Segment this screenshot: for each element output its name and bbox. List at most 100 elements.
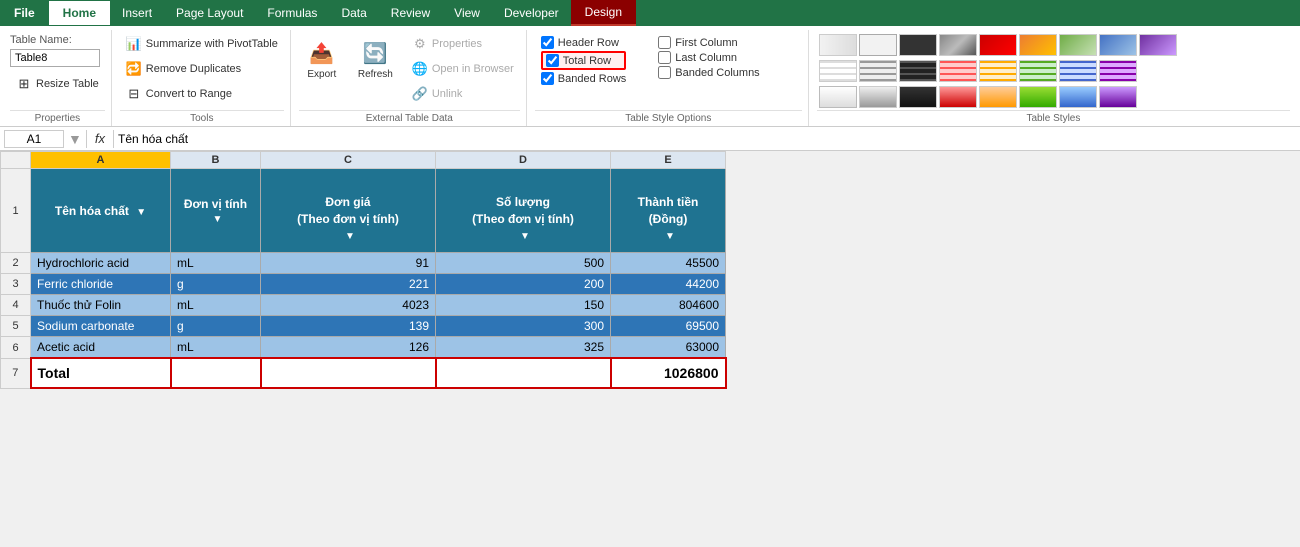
banded-rows-checkbox[interactable] xyxy=(541,72,554,85)
spreadsheet-container[interactable]: A B C D E 1 Tên hóa chất ▼ Đơn vị tính ▼ xyxy=(0,151,1300,533)
header-cell-a[interactable]: Tên hóa chất ▼ xyxy=(31,169,171,253)
formula-input[interactable] xyxy=(118,132,1296,146)
style-swatch-23[interactable] xyxy=(1019,86,1057,108)
cell-reference-input[interactable] xyxy=(4,130,64,148)
style-swatch-20[interactable] xyxy=(899,86,937,108)
style-swatch-13[interactable] xyxy=(939,60,977,82)
header-cell-d[interactable]: Số lượng (Theo đơn vị tính) ▼ xyxy=(436,169,611,253)
style-swatch-14[interactable] xyxy=(979,60,1017,82)
data-cell-5-b[interactable]: g xyxy=(171,316,261,337)
style-swatch-7[interactable] xyxy=(1059,34,1097,56)
style-swatch-2[interactable] xyxy=(859,34,897,56)
data-cell-4-a[interactable]: Thuốc thử Folin xyxy=(31,295,171,316)
style-swatch-4[interactable] xyxy=(939,34,977,56)
last-column-option[interactable]: Last Column xyxy=(658,51,759,64)
total-cell-d[interactable] xyxy=(436,358,611,388)
tab-data[interactable]: Data xyxy=(329,1,378,25)
header-row-option[interactable]: Header Row xyxy=(541,36,627,49)
style-swatch-5[interactable] xyxy=(979,34,1017,56)
style-swatch-17[interactable] xyxy=(1099,60,1137,82)
dropdown-arrow-icon[interactable]: ▼ xyxy=(68,131,82,147)
convert-to-range-button[interactable]: ⊟ Convert to Range xyxy=(120,82,284,106)
total-value-cell[interactable]: 1026800 xyxy=(611,358,726,388)
refresh-button[interactable]: 🔄 Refresh xyxy=(351,32,400,85)
export-button[interactable]: 📤 Export xyxy=(299,32,345,85)
summarize-pivottable-button[interactable]: 📊 Summarize with PivotTable xyxy=(120,32,284,56)
style-swatch-19[interactable] xyxy=(859,86,897,108)
col-header-d[interactable]: D xyxy=(436,152,611,169)
data-cell-4-d[interactable]: 150 xyxy=(436,295,611,316)
data-cell-6-d[interactable]: 325 xyxy=(436,337,611,359)
data-cell-2-b[interactable]: mL xyxy=(171,253,261,274)
data-cell-2-c[interactable]: 91 xyxy=(261,253,436,274)
data-cell-3-a[interactable]: Ferric chloride xyxy=(31,274,171,295)
dropdown-filter-icon-e[interactable]: ▼ xyxy=(665,231,675,242)
col-header-c[interactable]: C xyxy=(261,152,436,169)
last-column-checkbox[interactable] xyxy=(658,51,671,64)
tab-view[interactable]: View xyxy=(442,1,492,25)
style-swatch-11[interactable] xyxy=(859,60,897,82)
data-cell-3-d[interactable]: 200 xyxy=(436,274,611,295)
data-cell-2-d[interactable]: 500 xyxy=(436,253,611,274)
total-row-checkbox[interactable] xyxy=(546,54,559,67)
data-cell-4-b[interactable]: mL xyxy=(171,295,261,316)
style-swatch-16[interactable] xyxy=(1059,60,1097,82)
header-cell-c[interactable]: Đơn giá (Theo đơn vị tính) ▼ xyxy=(261,169,436,253)
style-swatch-10[interactable] xyxy=(819,60,857,82)
tab-design[interactable]: Design xyxy=(571,0,636,26)
tab-insert[interactable]: Insert xyxy=(110,1,164,25)
header-cell-e[interactable]: Thành tiền (Đồng) ▼ xyxy=(611,169,726,253)
header-row-checkbox[interactable] xyxy=(541,36,554,49)
style-swatch-8[interactable] xyxy=(1099,34,1137,56)
data-cell-3-b[interactable]: g xyxy=(171,274,261,295)
data-cell-6-a[interactable]: Acetic acid xyxy=(31,337,171,359)
style-swatch-22[interactable] xyxy=(979,86,1017,108)
banded-columns-option[interactable]: Banded Columns xyxy=(658,66,759,79)
tab-developer[interactable]: Developer xyxy=(492,1,571,25)
total-cell-b[interactable] xyxy=(171,358,261,388)
col-header-b[interactable]: B xyxy=(171,152,261,169)
tab-review[interactable]: Review xyxy=(379,1,442,25)
dropdown-filter-icon-a[interactable]: ▼ xyxy=(136,207,146,218)
first-column-option[interactable]: First Column xyxy=(658,36,759,49)
data-cell-3-c[interactable]: 221 xyxy=(261,274,436,295)
tab-home[interactable]: Home xyxy=(49,1,110,25)
data-cell-6-e[interactable]: 63000 xyxy=(611,337,726,359)
table-name-input[interactable] xyxy=(10,49,100,67)
properties-button[interactable]: ⚙ Properties xyxy=(406,32,520,56)
col-header-a[interactable]: A xyxy=(31,152,171,169)
style-swatch-1[interactable] xyxy=(819,34,857,56)
style-swatch-9[interactable] xyxy=(1139,34,1177,56)
style-swatch-25[interactable] xyxy=(1099,86,1137,108)
total-cell-c[interactable] xyxy=(261,358,436,388)
data-cell-3-e[interactable]: 44200 xyxy=(611,274,726,295)
style-swatch-3[interactable] xyxy=(899,34,937,56)
style-swatch-6[interactable] xyxy=(1019,34,1057,56)
data-cell-4-c[interactable]: 4023 xyxy=(261,295,436,316)
data-cell-5-e[interactable]: 69500 xyxy=(611,316,726,337)
unlink-button[interactable]: 🔗 Unlink xyxy=(406,82,520,106)
total-label-cell[interactable]: Total xyxy=(31,358,171,388)
data-cell-2-e[interactable]: 45500 xyxy=(611,253,726,274)
style-swatch-21[interactable] xyxy=(939,86,977,108)
open-browser-button[interactable]: 🌐 Open in Browser xyxy=(406,57,520,81)
tab-file[interactable]: File xyxy=(0,1,49,25)
first-column-checkbox[interactable] xyxy=(658,36,671,49)
data-cell-5-c[interactable]: 139 xyxy=(261,316,436,337)
total-row-option[interactable]: Total Row xyxy=(541,51,627,70)
style-swatch-12[interactable] xyxy=(899,60,937,82)
data-cell-5-d[interactable]: 300 xyxy=(436,316,611,337)
remove-duplicates-button[interactable]: 🔁 Remove Duplicates xyxy=(120,57,284,81)
banded-columns-checkbox[interactable] xyxy=(658,66,671,79)
style-swatch-24[interactable] xyxy=(1059,86,1097,108)
col-header-e[interactable]: E xyxy=(611,152,726,169)
dropdown-filter-icon-b[interactable]: ▼ xyxy=(213,214,223,225)
data-cell-6-c[interactable]: 126 xyxy=(261,337,436,359)
resize-table-button[interactable]: ⊞ Resize Table xyxy=(10,72,105,96)
data-cell-4-e[interactable]: 804600 xyxy=(611,295,726,316)
banded-rows-option[interactable]: Banded Rows xyxy=(541,72,627,85)
tab-formulas[interactable]: Formulas xyxy=(255,1,329,25)
style-swatch-18[interactable] xyxy=(819,86,857,108)
data-cell-5-a[interactable]: Sodium carbonate xyxy=(31,316,171,337)
header-cell-b[interactable]: Đơn vị tính ▼ xyxy=(171,169,261,253)
